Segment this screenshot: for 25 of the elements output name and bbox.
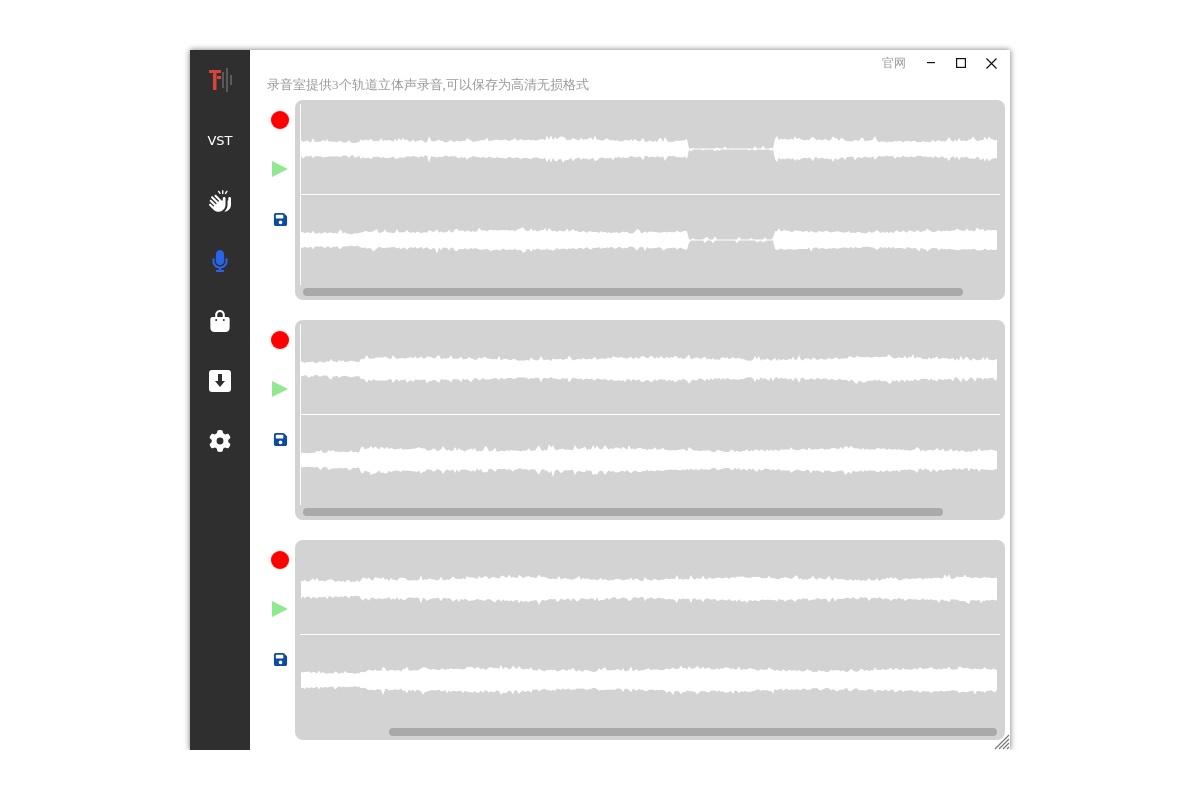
scrollbar-thumb[interactable] xyxy=(389,728,997,736)
microphone-icon xyxy=(209,250,231,272)
scrollbar-thumb[interactable] xyxy=(303,508,943,516)
minimize-icon xyxy=(926,62,936,64)
sidebar-button[interactable] xyxy=(207,428,233,454)
close-icon xyxy=(985,57,997,69)
clapping-hands-icon xyxy=(209,190,231,212)
play-icon xyxy=(271,160,289,178)
download-icon xyxy=(209,370,231,392)
play-icon xyxy=(271,380,289,398)
record-button[interactable] xyxy=(271,111,289,129)
description-text: 录音室提供3个轨道立体声录音,可以保存为高清无损格式 xyxy=(267,76,590,94)
sidebar-button[interactable] xyxy=(207,368,233,394)
logo-icon xyxy=(207,68,233,92)
record-button[interactable] xyxy=(271,331,289,349)
scrollbar-thumb[interactable] xyxy=(303,288,963,296)
shopping-bag-icon xyxy=(209,310,231,332)
record-button[interactable] xyxy=(271,551,289,569)
resize-grip-icon[interactable] xyxy=(994,734,1010,750)
play-icon xyxy=(271,600,289,618)
settings-icon xyxy=(209,430,231,452)
sidebar-button[interactable] xyxy=(207,188,233,214)
sidebar-button[interactable] xyxy=(207,308,233,334)
maximize-icon xyxy=(956,58,966,68)
vst-tab[interactable]: VST xyxy=(207,133,233,148)
